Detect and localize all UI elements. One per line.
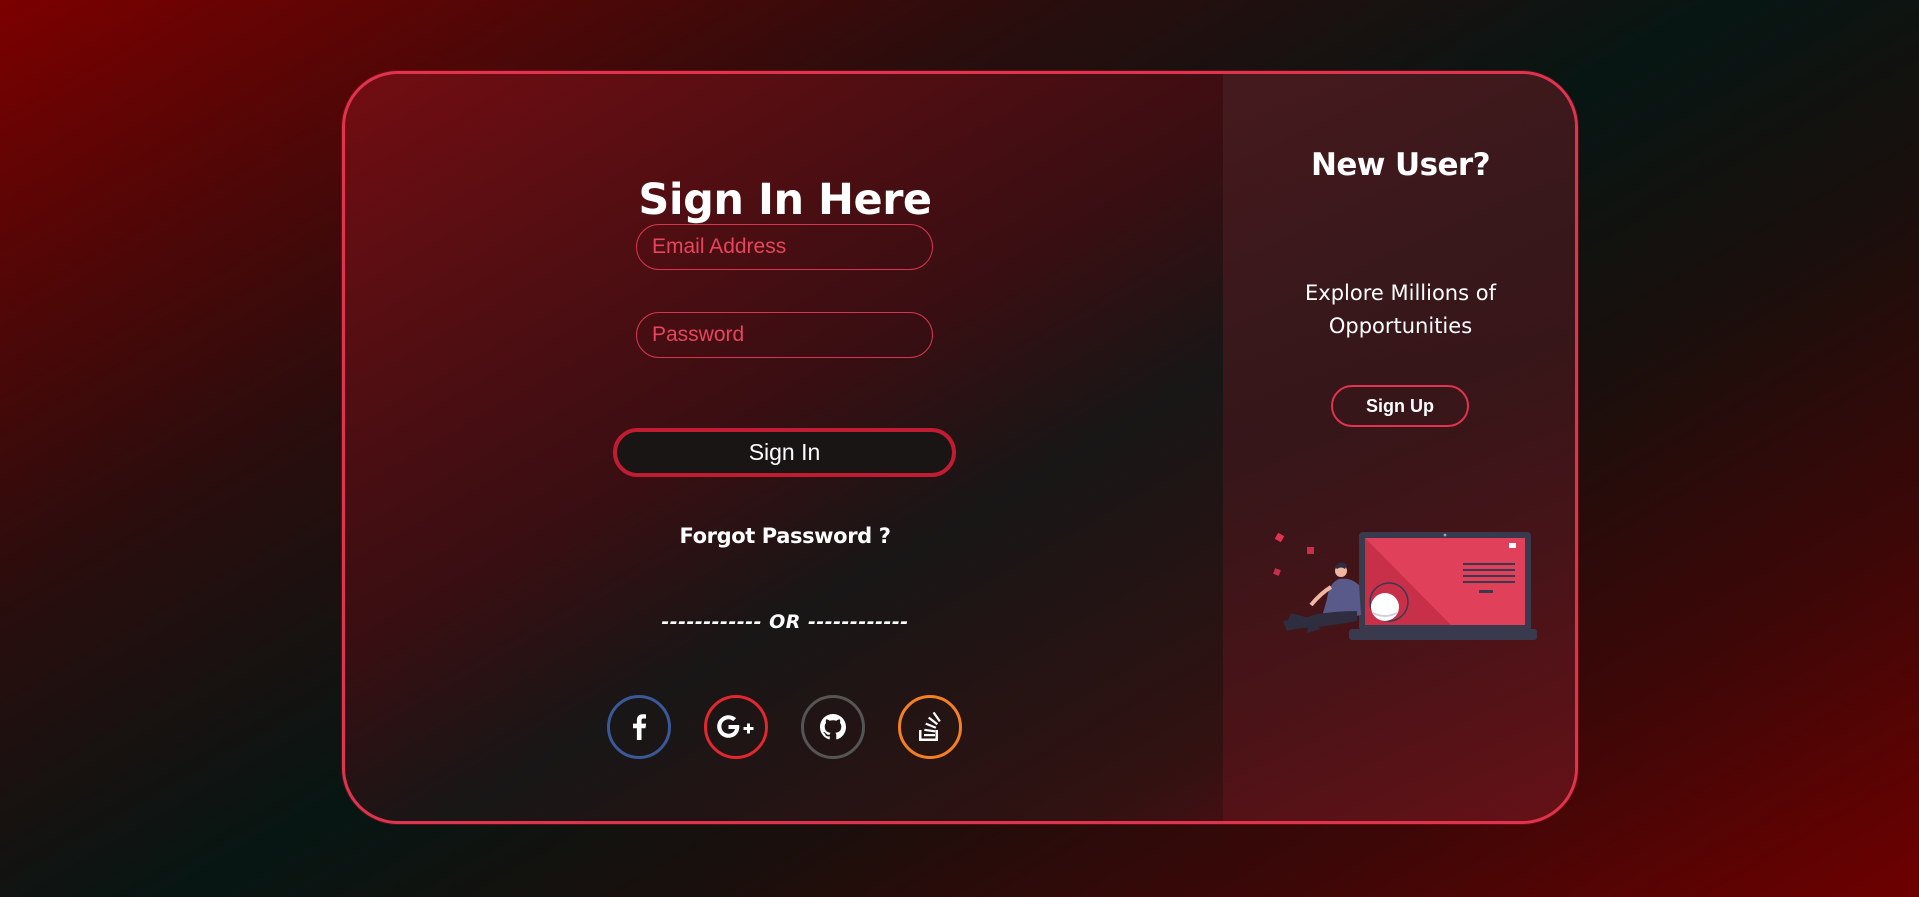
google-plus-icon (717, 715, 754, 738)
signin-panel: Sign In Here Sign In Forgot Password ? -… (345, 74, 1223, 821)
signup-panel: New User? Explore Millions of Opportunit… (1223, 74, 1575, 821)
sign-in-button[interactable]: Sign In (613, 428, 956, 477)
or-divider: ------------ OR ------------ (661, 611, 909, 633)
github-icon (820, 714, 846, 740)
sign-up-button[interactable]: Sign Up (1331, 385, 1469, 427)
person-laptop-illustration (1273, 532, 1537, 640)
google-plus-button[interactable] (704, 695, 768, 759)
signin-title: Sign In Here (638, 175, 932, 225)
stack-overflow-button[interactable] (898, 695, 962, 759)
email-input[interactable] (636, 224, 933, 270)
new-user-title: New User? (1311, 147, 1491, 183)
github-button[interactable] (801, 695, 865, 759)
facebook-icon (633, 714, 647, 740)
password-input[interactable] (636, 312, 933, 358)
signup-tagline: Explore Millions of Opportunities (1305, 281, 1496, 338)
auth-card: Sign In Here Sign In Forgot Password ? -… (342, 71, 1578, 824)
facebook-button[interactable] (607, 695, 671, 759)
stack-overflow-icon (919, 712, 941, 741)
forgot-password-link[interactable]: Forgot Password ? (345, 524, 1225, 548)
